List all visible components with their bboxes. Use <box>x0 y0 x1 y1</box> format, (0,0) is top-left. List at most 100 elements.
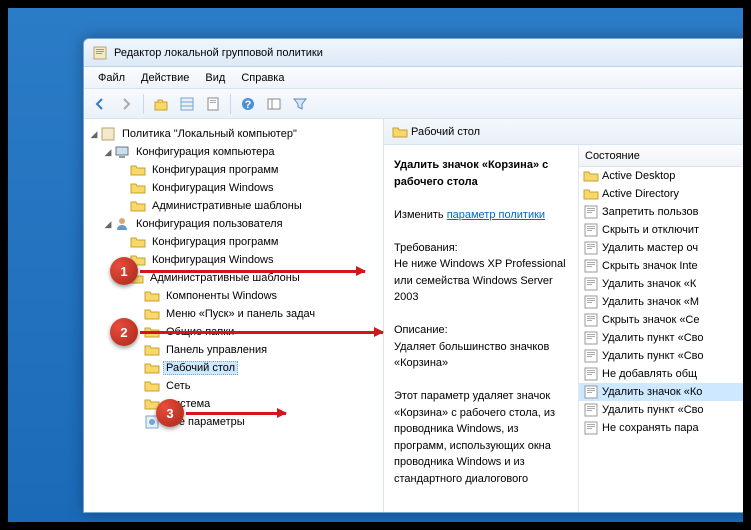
list-panel: Состояние Active Desktop Active Directory… <box>579 145 743 512</box>
list-item-label: Удалить значок «К <box>602 278 696 290</box>
back-button[interactable] <box>88 92 112 116</box>
tree-panel[interactable]: ◢Политика "Локальный компьютер" ◢Конфигу… <box>84 119 384 512</box>
list-item[interactable]: Удалить значок «К <box>579 275 743 293</box>
menu-file[interactable]: Файл <box>90 70 133 86</box>
list-item[interactable]: Не добавлять общ <box>579 365 743 383</box>
list-item-label: Скрыть значок «Се <box>602 314 700 326</box>
tree-root[interactable]: ◢Политика "Локальный компьютер" <box>86 125 381 143</box>
user-icon <box>114 216 130 232</box>
tree-computer-config[interactable]: ◢Конфигурация компьютера <box>86 143 381 161</box>
window-title: Редактор локальной групповой политики <box>114 47 323 59</box>
req-text: Не ниже Windows XP Professional или семе… <box>394 258 566 303</box>
annotation-arrow <box>140 331 383 334</box>
tree-item[interactable]: Конфигурация Windows <box>86 179 381 197</box>
annotation-marker: 1 <box>110 257 138 285</box>
list-item[interactable]: Скрыть и отключит <box>579 221 743 239</box>
tree-item[interactable]: Конфигурация программ <box>86 233 381 251</box>
tree-label: Компоненты Windows <box>163 289 280 303</box>
list-item[interactable]: Удалить значок «М <box>579 293 743 311</box>
tree-label: Конфигурация программ <box>149 235 281 249</box>
list-item[interactable]: Удалить значок «Ко <box>579 383 743 401</box>
tree-label: Меню «Пуск» и панель задач <box>163 307 318 321</box>
annotation-marker: 2 <box>110 318 138 346</box>
watermark: user-life.com <box>643 495 729 512</box>
right-header-title: Рабочий стол <box>411 126 480 138</box>
tree-item[interactable]: Сеть <box>86 377 381 395</box>
list-column-state[interactable]: Состояние <box>579 145 743 167</box>
list-item-label: Запретить пользов <box>602 206 698 218</box>
help-button[interactable]: ? <box>236 92 260 116</box>
list-item[interactable]: Не сохранять пара <box>579 419 743 437</box>
folder-icon <box>130 234 146 250</box>
tree-label: Панель управления <box>163 343 270 357</box>
list-item[interactable]: Удалить мастер оч <box>579 239 743 257</box>
annotation-marker: 3 <box>156 399 184 427</box>
desc-text: Удаляет большинство значков «Корзина» <box>394 341 549 370</box>
list-item[interactable]: Active Directory <box>579 185 743 203</box>
list-item-label: Скрыть и отключит <box>602 224 699 236</box>
computer-icon <box>114 144 130 160</box>
folder-icon <box>130 180 146 196</box>
list-item[interactable]: Запретить пользов <box>579 203 743 221</box>
details-button[interactable] <box>262 92 286 116</box>
content-area: ◢Политика "Локальный компьютер" ◢Конфигу… <box>84 119 743 512</box>
tree-item[interactable]: Конфигурация программ <box>86 161 381 179</box>
list-item[interactable]: Скрыть значок «Се <box>579 311 743 329</box>
tree-label: Конфигурация Windows <box>149 253 277 267</box>
list-item[interactable]: Удалить пункт «Сво <box>579 329 743 347</box>
list-item-label: Удалить пункт «Сво <box>602 404 704 416</box>
separator <box>230 94 231 114</box>
folder-icon <box>144 288 160 304</box>
tree-item[interactable]: Система <box>86 395 381 413</box>
tree-user-config[interactable]: ◢Конфигурация пользователя <box>86 215 381 233</box>
menu-view[interactable]: Вид <box>197 70 233 86</box>
list-item-label: Удалить пункт «Сво <box>602 350 704 362</box>
tree-label: Рабочий стол <box>163 361 238 375</box>
list-item[interactable]: Active Desktop <box>579 167 743 185</box>
forward-button[interactable] <box>114 92 138 116</box>
tree-label: Конфигурация программ <box>149 163 281 177</box>
list-item-label: Удалить значок «М <box>602 296 699 308</box>
menu-action[interactable]: Действие <box>133 70 197 86</box>
folder-icon <box>130 198 146 214</box>
menubar: Файл Действие Вид Справка <box>84 67 743 89</box>
right-panel: Рабочий стол Удалить значок «Корзина» с … <box>384 119 743 512</box>
list-item-label: Скрыть значок Inte <box>602 260 698 272</box>
tree-label: Административные шаблоны <box>149 199 305 213</box>
properties-button[interactable] <box>201 92 225 116</box>
tree-label: Конфигурация компьютера <box>133 145 277 159</box>
menu-help[interactable]: Справка <box>233 70 292 86</box>
folder-icon <box>392 124 408 140</box>
req-label: Требования: <box>394 242 458 254</box>
annotation-arrow <box>140 270 365 273</box>
up-button[interactable] <box>149 92 173 116</box>
right-header: Рабочий стол <box>384 119 743 145</box>
desc-long: Этот параметр удаляет значок «Корзина» с… <box>394 390 555 485</box>
list-view-button[interactable] <box>175 92 199 116</box>
list-item[interactable]: Скрыть значок Inte <box>579 257 743 275</box>
filter-button[interactable] <box>288 92 312 116</box>
tree-label: Конфигурация пользователя <box>133 217 286 231</box>
detail-panel: Удалить значок «Корзина» с рабочего стол… <box>384 145 579 512</box>
tree-item[interactable]: Все параметры <box>86 413 381 431</box>
tree-desktop[interactable]: Рабочий стол <box>86 359 381 377</box>
titlebar[interactable]: Редактор локальной групповой политики <box>84 39 743 67</box>
folder-icon <box>144 378 160 394</box>
folder-icon <box>130 162 146 178</box>
change-link[interactable]: параметр политики <box>447 209 545 221</box>
list-item-label: Не добавлять общ <box>602 368 697 380</box>
tree-item[interactable]: Административные шаблоны <box>86 197 381 215</box>
list-item-label: Active Desktop <box>602 170 675 182</box>
folder-icon <box>144 306 160 322</box>
change-label: Изменить <box>394 209 444 221</box>
list-item-label: Active Directory <box>602 188 679 200</box>
tree-item[interactable]: Компоненты Windows <box>86 287 381 305</box>
list-item-label: Удалить значок «Ко <box>602 386 702 398</box>
list-item[interactable]: Удалить пункт «Сво <box>579 401 743 419</box>
list-item-label: Удалить мастер оч <box>602 242 698 254</box>
list-body[interactable]: Active Desktop Active Directory Запретить … <box>579 167 743 512</box>
tree-label: Сеть <box>163 379 193 393</box>
policy-icon <box>100 126 116 142</box>
setting-title: Удалить значок «Корзина» с рабочего стол… <box>394 159 548 188</box>
list-item[interactable]: Удалить пункт «Сво <box>579 347 743 365</box>
